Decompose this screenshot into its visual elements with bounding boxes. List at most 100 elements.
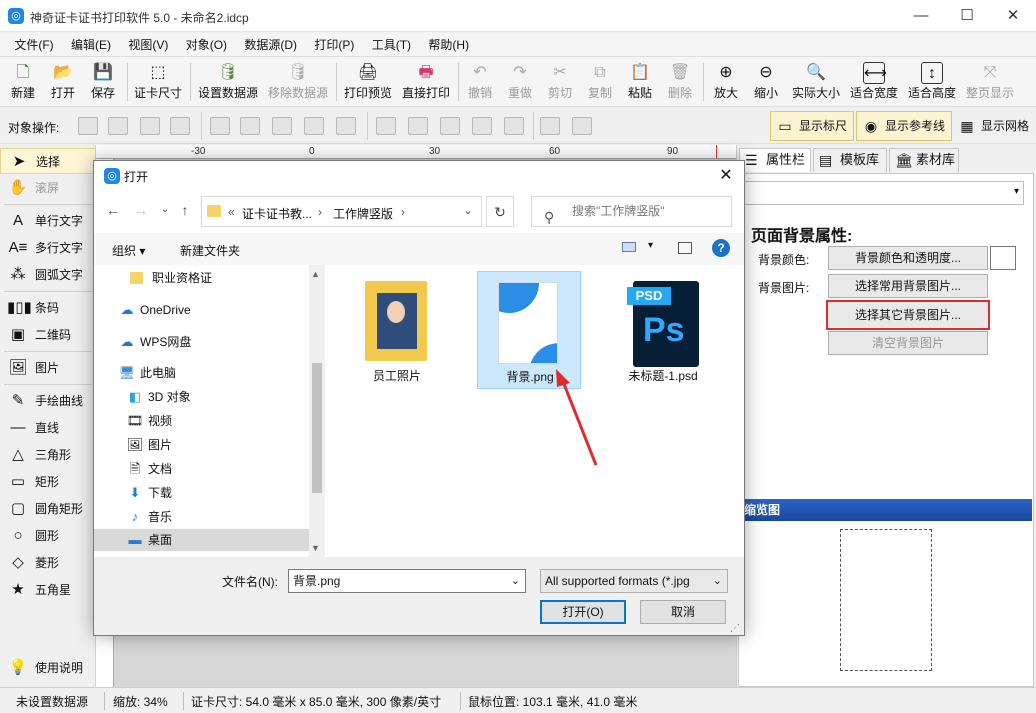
align-left-icon[interactable] [210, 117, 230, 135]
menu-object[interactable]: 对象(O) [179, 33, 234, 57]
menu-view[interactable]: 视图(V) [121, 33, 175, 57]
undo-button[interactable]: ↶ 撤销 [464, 57, 496, 107]
common-bg-button[interactable]: 选择常用背景图片... [828, 274, 988, 298]
recent-locations-icon[interactable]: ⌄ [154, 199, 176, 221]
new-folder-button[interactable]: 新建文件夹 [180, 242, 240, 259]
space-h-icon[interactable] [336, 117, 356, 135]
breadcrumb-parent[interactable]: 证卡证书教... [242, 205, 312, 222]
show-guides-toggle[interactable]: ◉ 显示参考线 [856, 111, 952, 141]
menu-tools[interactable]: 工具(T) [365, 33, 418, 57]
layer-bottom-icon[interactable] [170, 117, 190, 135]
fit-width-button[interactable]: ⟷ 适合宽度 [848, 57, 900, 107]
bg-color-button[interactable]: 背景颜色和透明度... [828, 246, 988, 270]
align-center-icon[interactable] [240, 117, 260, 135]
align-bottom-icon[interactable] [440, 117, 460, 135]
open-button[interactable]: 📂 打开 [48, 57, 78, 107]
copy-button[interactable]: ⧉ 复制 [584, 57, 616, 107]
layer-up-icon[interactable] [78, 117, 98, 135]
direct-print-button[interactable]: 🖶 直接打印 [400, 57, 452, 107]
view-mode-icon[interactable] [622, 242, 636, 252]
paste-button[interactable]: 📋 粘贴 [624, 57, 656, 107]
tab-template-library[interactable]: ▤ 模板库 [813, 148, 887, 172]
nav-item[interactable]: 职业资格证 [130, 267, 212, 289]
tool-single-line-text[interactable]: A 单行文字 [0, 208, 96, 234]
refresh-icon[interactable]: ↻ [486, 196, 514, 227]
align-top-icon[interactable] [376, 117, 396, 135]
tool-arc-text[interactable]: ⁂ 圆弧文字 [0, 262, 96, 288]
delete-button[interactable]: 🗑 删除 [664, 57, 696, 107]
nav-scrollbar[interactable]: ▲ ▼ [309, 265, 325, 557]
scroll-down-icon[interactable]: ▼ [311, 543, 320, 553]
search-input[interactable]: ⚲ 搜索"工作牌竖版" [531, 196, 732, 227]
ungroup-icon[interactable] [572, 117, 592, 135]
show-ruler-toggle[interactable]: ▭ 显示标尺 [770, 111, 854, 141]
tool-freehand[interactable]: ✎ 手绘曲线 [0, 388, 96, 414]
scroll-thumb[interactable] [312, 363, 322, 493]
tool-star[interactable]: ★ 五角星 [0, 577, 96, 603]
tool-line[interactable]: — 直线 [0, 415, 96, 441]
set-datasource-button[interactable]: 🛢 设置数据源 [196, 57, 260, 107]
clear-bg-button[interactable]: 清空背景图片 [828, 331, 988, 355]
nav-item[interactable]: 🖥 此电脑 [118, 362, 176, 384]
nav-item[interactable]: ◧ 3D 对象 [126, 386, 191, 408]
nav-item[interactable]: ☁ OneDrive [118, 299, 191, 321]
redo-button[interactable]: ↷ 重做 [504, 57, 536, 107]
forward-icon[interactable]: → [130, 199, 152, 221]
tool-barcode[interactable]: ▮▯▮ 条码 [0, 295, 96, 321]
menu-print[interactable]: 打印(P) [307, 33, 361, 57]
tool-image[interactable]: 🖼 图片 [0, 355, 96, 381]
remove-datasource-button[interactable]: 🛢 移除数据源 [266, 57, 330, 107]
tool-scroll[interactable]: ✋ 滚屏 [0, 175, 96, 201]
address-bar[interactable]: « 证卡证书教... › 工作牌竖版 › [201, 196, 482, 227]
tab-properties[interactable]: ☰ 属性栏 [739, 148, 811, 172]
close-button[interactable]: ✕ [990, 0, 1036, 32]
other-bg-button[interactable]: 选择其它背景图片... [826, 300, 990, 330]
card-size-button[interactable]: ⬚ 证卡尺寸 [133, 57, 183, 107]
nav-item[interactable]: 🎞 视频 [126, 410, 172, 432]
filename-input[interactable]: 背景.png ⌄ [288, 569, 526, 593]
save-button[interactable]: 💾 保存 [88, 57, 118, 107]
layer-down-icon[interactable] [140, 117, 160, 135]
bg-color-swatch[interactable] [990, 246, 1016, 270]
file-item-folder[interactable]: 员工照片 [345, 271, 449, 389]
fit-page-button[interactable]: ⤧ 整页显示 [964, 57, 1016, 107]
tool-rounded-rectangle[interactable]: ▢ 圆角矩形 [0, 496, 96, 522]
group-icon[interactable] [540, 117, 560, 135]
menu-file[interactable]: 文件(F) [7, 33, 60, 57]
help-instructions[interactable]: 💡 使用说明 [0, 655, 96, 681]
organize-button[interactable]: 组织 ▾ [112, 242, 145, 259]
breadcrumb-current[interactable]: 工作牌竖版 [333, 205, 393, 222]
up-icon[interactable]: ↑ [174, 199, 196, 221]
align-right-icon[interactable] [272, 117, 292, 135]
actual-size-button[interactable]: 🔍 实际大小 [790, 57, 842, 107]
nav-item[interactable]: ♪ 音乐 [126, 506, 172, 528]
distribute-v-icon[interactable] [472, 117, 492, 135]
tool-qrcode[interactable]: ▣ 二维码 [0, 322, 96, 348]
menu-datasource[interactable]: 数据源(D) [237, 33, 304, 57]
new-button[interactable]: 🗋 新建 [8, 57, 38, 107]
zoom-in-button[interactable]: ⊕ 放大 [710, 57, 742, 107]
cut-button[interactable]: ✂ 剪切 [544, 57, 576, 107]
align-middle-icon[interactable] [408, 117, 428, 135]
object-selector[interactable]: ▾ [743, 181, 1024, 205]
layer-top-icon[interactable] [108, 117, 128, 135]
nav-item[interactable]: ⬇ 下载 [126, 482, 172, 504]
nav-item[interactable]: 🖼 图片 [126, 434, 172, 456]
file-item-psd[interactable]: PSD Ps 未标题-1.psd [611, 271, 715, 389]
distribute-h-icon[interactable] [304, 117, 324, 135]
cancel-button[interactable]: 取消 [640, 600, 726, 624]
chevron-down-icon[interactable]: ⌄ [511, 570, 520, 592]
space-v-icon[interactable] [504, 117, 524, 135]
address-dropdown-icon[interactable]: ⌄ [454, 196, 482, 227]
nav-item[interactable]: ☁ WPS网盘 [118, 331, 192, 353]
tool-triangle[interactable]: △ 三角形 [0, 442, 96, 468]
show-grid-toggle[interactable]: ▦ 显示网格 [952, 111, 1034, 141]
filetype-select[interactable]: All supported formats (*.jpg ⌄ [540, 569, 728, 593]
tool-circle[interactable]: ○ 圆形 [0, 523, 96, 549]
tab-material-library[interactable]: 🏛 素材库 [889, 148, 959, 172]
tool-rectangle[interactable]: ▭ 矩形 [0, 469, 96, 495]
fit-height-button[interactable]: ↕ 适合高度 [906, 57, 958, 107]
menu-help[interactable]: 帮助(H) [421, 33, 476, 57]
menu-edit[interactable]: 编辑(E) [64, 33, 118, 57]
open-button[interactable]: 打开(O) [540, 600, 626, 624]
